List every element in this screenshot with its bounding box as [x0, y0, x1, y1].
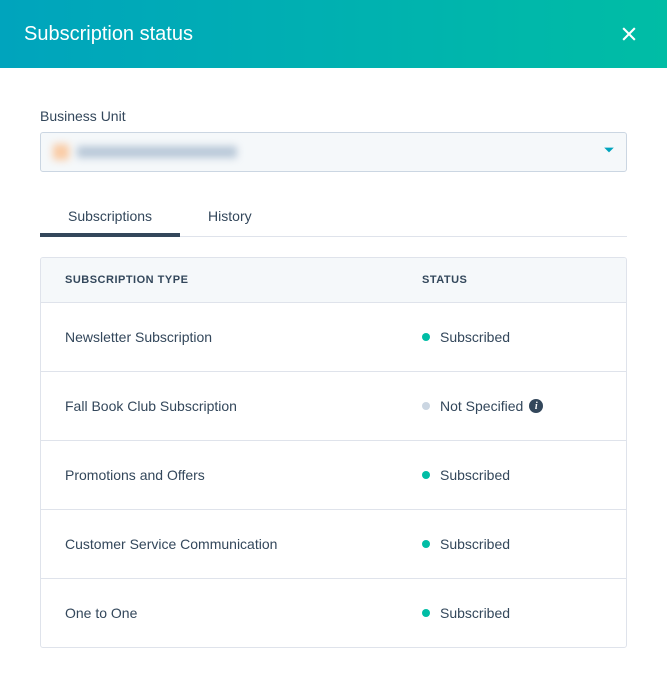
subscription-status: Subscribed: [422, 605, 602, 621]
status-dot-icon: [422, 471, 430, 479]
status-text: Subscribed: [440, 329, 510, 345]
subscription-type: Fall Book Club Subscription: [65, 398, 422, 414]
modal-content: Business Unit Subscriptions History SUBS…: [0, 68, 667, 672]
info-icon[interactable]: i: [529, 399, 543, 413]
subscription-status: Not Specified i: [422, 398, 602, 414]
tabs: Subscriptions History: [40, 196, 627, 237]
status-text: Not Specified: [440, 398, 523, 414]
business-unit-value-redacted: [53, 144, 237, 160]
column-header-type: SUBSCRIPTION TYPE: [65, 274, 422, 286]
close-icon: [619, 24, 639, 44]
tab-subscriptions[interactable]: Subscriptions: [40, 196, 180, 236]
business-unit-select[interactable]: [40, 132, 627, 172]
column-header-status: STATUS: [422, 274, 602, 286]
close-button[interactable]: [615, 20, 643, 48]
subscription-type: Newsletter Subscription: [65, 329, 422, 345]
status-dot-icon: [422, 540, 430, 548]
business-unit-select-wrapper: [40, 132, 627, 172]
subscription-type: Customer Service Communication: [65, 536, 422, 552]
status-text: Subscribed: [440, 467, 510, 483]
status-dot-icon: [422, 609, 430, 617]
table-row: Customer Service Communication Subscribed: [41, 510, 626, 579]
subscription-status: Subscribed: [422, 536, 602, 552]
subscription-type: One to One: [65, 605, 422, 621]
status-text: Subscribed: [440, 536, 510, 552]
table-body: Newsletter Subscription Subscribed Fall Bo…: [41, 303, 626, 647]
subscription-status: Subscribed: [422, 329, 602, 345]
subscription-status: Subscribed: [422, 467, 602, 483]
status-dot-icon: [422, 333, 430, 341]
table-header: SUBSCRIPTION TYPE STATUS: [41, 258, 626, 303]
tab-history[interactable]: History: [180, 196, 280, 236]
modal-title: Subscription status: [24, 23, 193, 46]
subscription-type: Promotions and Offers: [65, 467, 422, 483]
business-unit-label: Business Unit: [40, 108, 627, 124]
subscriptions-table: SUBSCRIPTION TYPE STATUS Newsletter Subs…: [40, 257, 627, 648]
table-row: Promotions and Offers Subscribed: [41, 441, 626, 510]
table-row: One to One Subscribed: [41, 579, 626, 647]
modal-header: Subscription status: [0, 0, 667, 68]
status-text: Subscribed: [440, 605, 510, 621]
table-row: Fall Book Club SubscriptionNot Specified…: [41, 372, 626, 441]
table-row: Newsletter Subscription Subscribed: [41, 303, 626, 372]
status-dot-icon: [422, 402, 430, 410]
